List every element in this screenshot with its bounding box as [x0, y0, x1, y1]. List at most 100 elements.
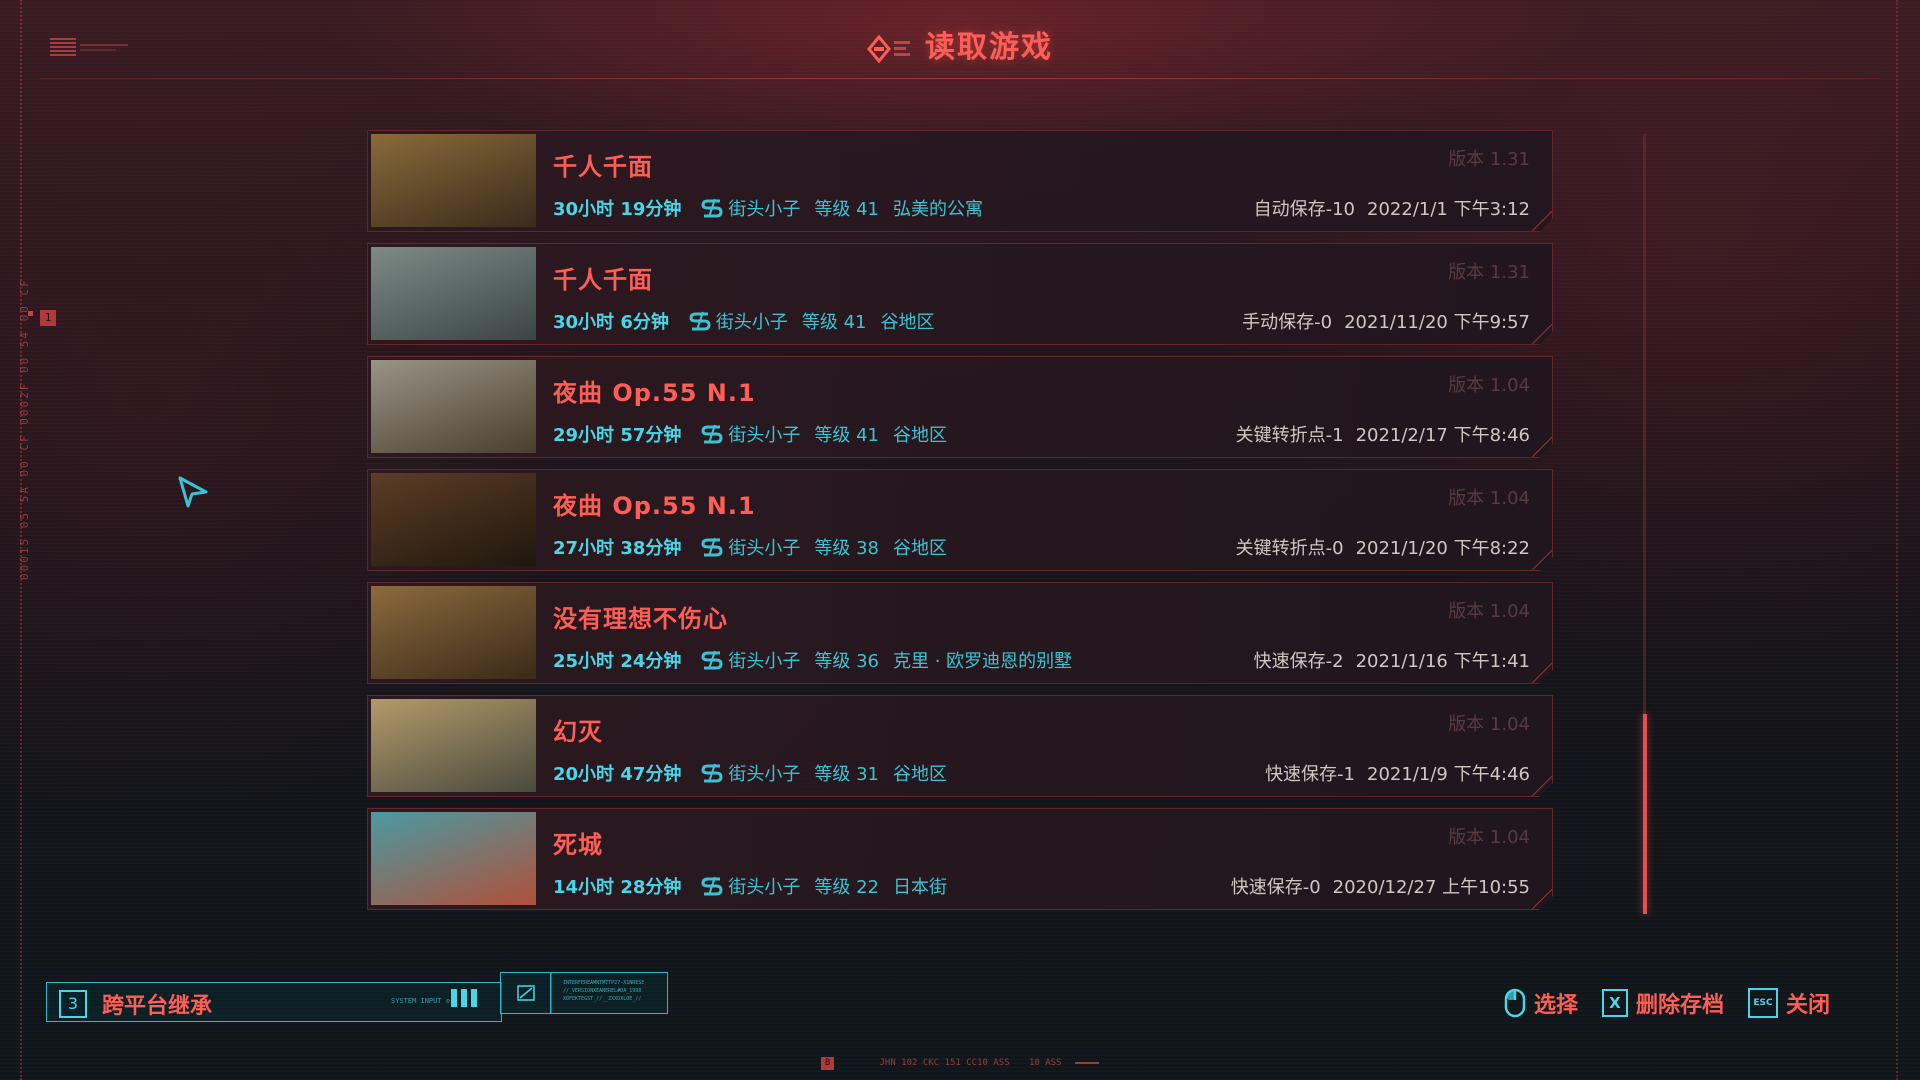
save-info: 快速保存-2 2021/1/16 下午1:41: [1254, 647, 1530, 673]
save-date: 2021/1/16 下午1:41: [1355, 651, 1530, 672]
save-lifepath: 街头小子: [728, 538, 801, 559]
save-meta: 25小时 24分钟 街头小子 等级 36 克里 · 欧罗迪恩的别墅: [553, 647, 1072, 673]
button-hints: 选择 X 删除存档 ESC 关闭: [1480, 978, 1830, 1028]
save-type: 快速保存-0: [1230, 877, 1321, 898]
close-hint[interactable]: ESC 关闭: [1747, 987, 1830, 1019]
save-thumbnail: [371, 586, 536, 679]
save-thumbnail: [371, 699, 536, 792]
save-name: 夜曲 Op.55 N.1: [553, 492, 756, 520]
save-location: 弘美的公寓: [893, 199, 984, 220]
save-thumbnail: [371, 812, 536, 905]
save-info: 自动保存-10 2022/1/1 下午3:12: [1254, 195, 1530, 221]
save-slot[interactable]: 没有理想不伤心 版本 1.04 25小时 24分钟 街头小子 等级 36 克里 · 欧罗迪…: [367, 582, 1553, 684]
save-name: 幻灭: [553, 718, 603, 746]
save-version: 版本 1.04: [1448, 601, 1530, 622]
save-info: 快速保存-0 2020/12/27 上午10:55: [1231, 873, 1530, 899]
save-lifepath: 街头小子: [728, 651, 801, 672]
save-location: 克里 · 欧罗迪恩的别墅: [893, 651, 1073, 672]
save-meta: 20小时 47分钟 街头小子 等级 31 谷地区: [553, 760, 947, 786]
save-date: 2021/11/20 下午9:57: [1344, 312, 1530, 333]
save-thumbnail: [371, 247, 536, 340]
save-slot[interactable]: 幻灭 版本 1.04 20小时 47分钟 街头小子 等级 31 谷地区 快速保存-1 2021…: [367, 695, 1553, 797]
street-kid-icon: [701, 424, 723, 444]
save-location: 谷地区: [893, 538, 948, 559]
save-slot[interactable]: 夜曲 Op.55 N.1 版本 1.04 29小时 57分钟 街头小子 等级 41 谷地区…: [367, 356, 1553, 458]
select-label: 选择: [1533, 993, 1578, 1018]
save-date: 2021/2/17 下午8:46: [1355, 425, 1530, 446]
save-playtime: 14小时 28分钟: [553, 877, 682, 898]
page-title: 读取游戏: [0, 22, 1920, 66]
save-version: 版本 1.04: [1448, 488, 1530, 509]
save-info: 关键转折点-0 2021/1/20 下午8:22: [1236, 534, 1530, 560]
delete-save-hint[interactable]: X 删除存档: [1601, 987, 1724, 1019]
save-type: 关键转折点-1: [1235, 425, 1344, 446]
footer-arrow-icon: [1074, 1061, 1099, 1064]
select-hint[interactable]: 选择: [1504, 987, 1578, 1019]
save-level: 等级 22: [814, 877, 880, 898]
save-location: 谷地区: [893, 764, 948, 785]
save-location: 谷地区: [893, 425, 948, 446]
save-playtime: 27小时 38分钟: [553, 538, 682, 559]
save-playtime: 30小时 6分钟: [553, 312, 669, 333]
save-slot[interactable]: 千人千面 版本 1.31 30小时 6分钟 街头小子 等级 41 谷地区 手动保存-0 202…: [367, 243, 1553, 345]
scrollbar-thumb[interactable]: [1643, 714, 1647, 914]
save-meta: 14小时 28分钟 街头小子 等级 22 日本街: [553, 873, 947, 899]
save-playtime: 29小时 57分钟: [553, 425, 682, 446]
save-playtime: 25小时 24分钟: [553, 651, 682, 672]
save-playtime: 30小时 19分钟: [553, 199, 682, 220]
crossplay-data-text: INTERFEREAMNTMTTP27-X1NRESE //_VERSIONXE…: [563, 980, 645, 1002]
crossplay-label: 跨平台继承: [102, 994, 213, 1019]
save-level: 等级 31: [814, 764, 880, 785]
crossplay-key: 3: [59, 990, 87, 1018]
delete-key: X: [1601, 989, 1628, 1017]
save-type: 手动保存-0: [1242, 312, 1333, 333]
load-game-screen: 读取游戏 1 00015 05 5A 00 CF 0002F 00 54 00 …: [0, 0, 1920, 1080]
save-slot[interactable]: 千人千面 版本 1.31 30小时 19分钟 街头小子 等级 41 弘美的公寓 自动保存-1…: [367, 130, 1553, 232]
save-name: 死城: [553, 831, 603, 859]
save-location: 日本街: [893, 877, 948, 898]
save-type: 快速保存-2: [1253, 651, 1344, 672]
save-name: 千人千面: [553, 266, 653, 294]
page-title-text: 读取游戏: [925, 30, 1053, 65]
street-kid-icon: [689, 311, 711, 331]
footer-badge: B: [821, 1057, 835, 1070]
save-lifepath: 街头小子: [715, 312, 788, 333]
save-date: 2021/1/9 下午4:46: [1367, 764, 1530, 785]
save-list: 千人千面 版本 1.31 30小时 19分钟 街头小子 等级 41 弘美的公寓 自动保存-1…: [367, 130, 1553, 921]
save-type: 快速保存-1: [1265, 764, 1356, 785]
system-input-label: SYSTEM INPUT ⊙: [391, 997, 451, 1005]
save-date: 2021/1/20 下午8:22: [1355, 538, 1530, 559]
footer-code-text-2: 10 ASS: [1028, 1058, 1062, 1068]
side-code-text: 00015 05 5A 00 CF 0002F 00 54 00 CF: [18, 278, 31, 580]
save-slot[interactable]: 夜曲 Op.55 N.1 版本 1.04 27小时 38分钟 街头小子 等级 38 谷地区…: [367, 469, 1553, 571]
save-version: 版本 1.31: [1448, 262, 1530, 283]
side-badge: 1: [40, 310, 56, 326]
save-meta: 30小时 6分钟 街头小子 等级 41 谷地区: [553, 308, 934, 334]
footer-code: B JHN 102 CKC 151 CC10 ASS 10 ASS: [0, 1057, 1920, 1070]
save-level: 等级 41: [814, 425, 880, 446]
save-type: 关键转折点-0: [1235, 538, 1344, 559]
save-meta: 30小时 19分钟 街头小子 等级 41 弘美的公寓: [553, 195, 983, 221]
street-kid-icon: [701, 763, 723, 783]
save-thumbnail: [371, 134, 536, 227]
save-playtime: 20小时 47分钟: [553, 764, 682, 785]
footer-code-text: JHN 102 CKC 151 CC10 ASS: [879, 1058, 1010, 1068]
save-lifepath: 街头小子: [728, 877, 801, 898]
close-label: 关闭: [1785, 993, 1830, 1018]
save-level: 等级 38: [814, 538, 880, 559]
street-kid-icon: [701, 650, 723, 670]
right-border-deco: [1896, 0, 1898, 1080]
save-level: 等级 36: [814, 651, 880, 672]
crossplay-transfer[interactable]: 3 跨平台继承 SYSTEM INPUT ⊙ INTERFEREAMNTMTTP…: [46, 972, 670, 1028]
save-thumbnail: [371, 360, 536, 453]
save-name: 没有理想不伤心: [553, 605, 728, 633]
crossplay-sub-box: [500, 972, 552, 1014]
street-kid-icon: [701, 876, 723, 896]
save-date: 2022/1/1 下午3:12: [1367, 199, 1530, 220]
save-slot[interactable]: 死城 版本 1.04 14小时 28分钟 街头小子 等级 22 日本街 快速保存-0 2020…: [367, 808, 1553, 910]
save-version: 版本 1.31: [1448, 149, 1530, 170]
street-kid-icon: [701, 198, 723, 218]
mouse-icon: [1504, 988, 1526, 1018]
save-level: 等级 41: [801, 312, 867, 333]
save-lifepath: 街头小子: [728, 199, 801, 220]
